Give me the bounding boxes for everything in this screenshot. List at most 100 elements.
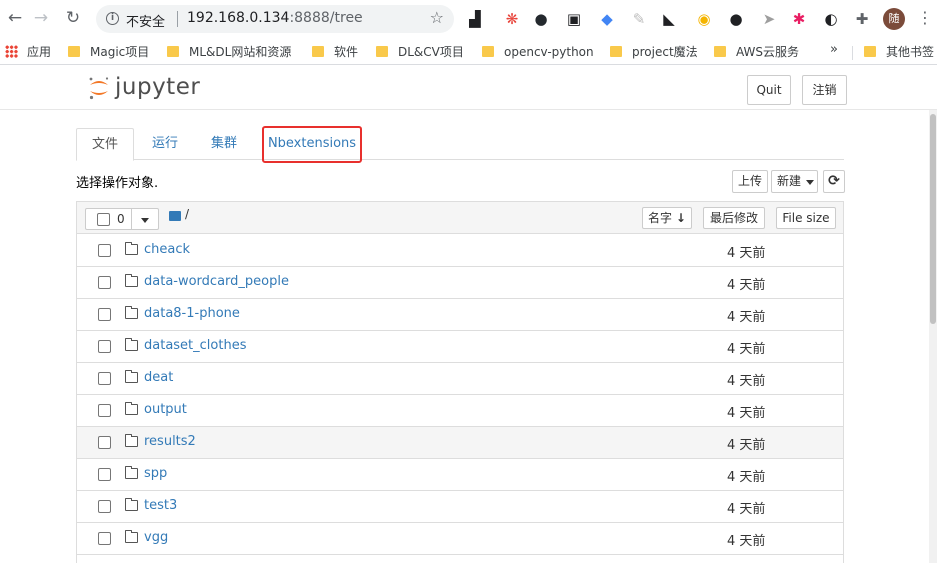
reload-icon[interactable]: ↻ [62, 7, 84, 29]
forward-arrow-icon[interactable]: → [30, 7, 52, 29]
ext-puzzle-stand-icon[interactable]: ▟ [466, 10, 484, 28]
ext-circle-icon[interactable]: ◐ [822, 10, 840, 28]
file-modified: 4 天前 [727, 534, 766, 549]
row-checkbox[interactable] [98, 244, 111, 257]
file-row[interactable]: data-wordcard_people 4 天前 [77, 267, 843, 299]
row-checkbox[interactable] [98, 500, 111, 513]
bookmark-item[interactable]: DL&CV项目 [376, 43, 464, 61]
file-row[interactable]: data8-1-phone 4 天前 [77, 299, 843, 331]
file-row[interactable]: spp 4 天前 [77, 459, 843, 491]
bookmark-apps[interactable]: 应用 [5, 43, 51, 61]
sort-by-name-button[interactable]: 名字 ↓ [642, 207, 692, 229]
caret-down-icon [141, 218, 149, 223]
bookmark-star-icon[interactable]: ☆ [430, 8, 444, 27]
ext-shield-icon[interactable]: ◉ [695, 10, 713, 28]
ext-cursor-icon[interactable]: ➤ [760, 10, 778, 28]
ext-feather-icon[interactable]: ✎ [630, 10, 648, 28]
bookmark-item[interactable]: AWS云服务 [714, 43, 799, 61]
jupyter-logo-icon[interactable] [88, 76, 110, 100]
bookmark-item[interactable]: Magic项目 [68, 43, 149, 61]
file-name-link[interactable]: data-wordcard_people [144, 274, 289, 289]
row-checkbox[interactable] [98, 372, 111, 385]
profile-avatar[interactable]: 随 [883, 8, 905, 30]
folder-icon [124, 498, 138, 511]
bookmarks-more-icon[interactable]: » [830, 42, 838, 57]
info-icon[interactable]: i [106, 12, 119, 25]
breadcrumb-path[interactable]: / [185, 207, 189, 221]
ext-network-icon[interactable]: ❋ [503, 10, 521, 28]
row-checkbox[interactable] [98, 468, 111, 481]
github-icon[interactable]: ● [532, 10, 550, 28]
browser-menu-icon[interactable]: ⋮ [917, 8, 933, 27]
file-name-link[interactable]: vgg [144, 530, 168, 545]
address-bar[interactable]: i 不安全 192.168.0.134:8888/tree ☆ [96, 5, 454, 33]
ext-diamond-icon[interactable]: ◆ [598, 10, 616, 28]
scrollbar-thumb[interactable] [930, 114, 936, 324]
row-checkbox[interactable] [98, 340, 111, 353]
file-name-link[interactable]: spp [144, 466, 167, 481]
row-checkbox[interactable] [98, 404, 111, 417]
url-text[interactable]: 192.168.0.134:8888/tree [187, 10, 363, 26]
sort-name-label: 名字 [648, 211, 673, 225]
ext-moon-icon[interactable]: ● [727, 10, 745, 28]
file-name-link[interactable]: deat [144, 370, 173, 385]
logout-button[interactable]: 注销 [802, 75, 847, 105]
tab-files[interactable]: 文件 [76, 128, 134, 161]
folder-icon [124, 434, 138, 447]
select-hint-text: 选择操作对象. [76, 176, 159, 191]
bookmark-item[interactable]: opencv-python [482, 43, 594, 61]
row-checkbox[interactable] [98, 308, 111, 321]
row-checkbox[interactable] [98, 532, 111, 545]
select-all-box[interactable]: 0 [85, 208, 132, 230]
ext-pinwheel-icon[interactable]: ✱ [790, 10, 808, 28]
select-all-checkbox[interactable] [97, 213, 110, 226]
folder-icon [124, 370, 138, 383]
select-menu-button[interactable] [132, 208, 159, 230]
apps-grid-icon [5, 45, 18, 58]
sort-by-modified-button[interactable]: 最后修改 [703, 207, 765, 229]
nbextensions-highlight-annotation [262, 126, 362, 163]
bookmark-item[interactable]: 软件 [312, 43, 358, 61]
new-dropdown-button[interactable]: 新建 [771, 170, 818, 193]
back-arrow-icon[interactable]: ← [4, 7, 26, 29]
row-checkbox[interactable] [98, 436, 111, 449]
upload-button[interactable]: 上传 [732, 170, 768, 193]
bookmark-item[interactable]: project魔法 [610, 43, 698, 61]
bookmarks-divider [852, 46, 853, 60]
ext-mask-icon[interactable]: ▣ [565, 10, 583, 28]
file-row[interactable]: output 4 天前 [77, 395, 843, 427]
bookmark-label: DL&CV项目 [398, 45, 464, 59]
file-name-link[interactable]: output [144, 402, 187, 417]
bookmark-item[interactable]: ML&DL网站和资源 [167, 43, 291, 61]
file-modified: 4 天前 [727, 502, 766, 517]
tab-running[interactable]: 运行 [139, 128, 191, 160]
file-row[interactable]: results2 4 天前 [77, 427, 843, 459]
file-row[interactable]: vgg 4 天前 [77, 523, 843, 555]
file-row[interactable]: test3 4 天前 [77, 491, 843, 523]
ext-cat-icon[interactable]: ◣ [660, 10, 678, 28]
folder-icon [482, 46, 494, 57]
file-name-link[interactable]: data8-1-phone [144, 306, 240, 321]
row-checkbox[interactable] [98, 276, 111, 289]
file-row[interactable]: deat 4 天前 [77, 363, 843, 395]
extensions-puzzle-icon[interactable]: ✚ [853, 10, 871, 28]
address-divider [177, 11, 178, 27]
refresh-icon[interactable]: ⟳ [823, 170, 845, 193]
sort-by-size-button[interactable]: File size [776, 207, 836, 229]
file-name-link[interactable]: test3 [144, 498, 177, 513]
file-row[interactable]: cheack 4 天前 [77, 235, 843, 267]
bookmark-other[interactable]: 其他书签 [864, 43, 934, 61]
file-name-link[interactable]: results2 [144, 434, 196, 449]
quit-button[interactable]: Quit [747, 75, 791, 105]
jupyter-logo-text[interactable]: jupyter [115, 74, 200, 100]
bookmark-label: AWS云服务 [736, 45, 800, 59]
page-scrollbar[interactable] [929, 110, 937, 563]
folder-icon [68, 46, 80, 57]
bookmark-label: Magic项目 [90, 45, 150, 59]
chevron-down-icon [806, 180, 814, 185]
breadcrumb-folder-icon[interactable] [169, 211, 181, 221]
file-name-link[interactable]: cheack [144, 242, 190, 257]
file-name-link[interactable]: dataset_clothes [144, 338, 246, 353]
tab-clusters[interactable]: 集群 [198, 128, 250, 160]
file-row[interactable]: dataset_clothes 4 天前 [77, 331, 843, 363]
